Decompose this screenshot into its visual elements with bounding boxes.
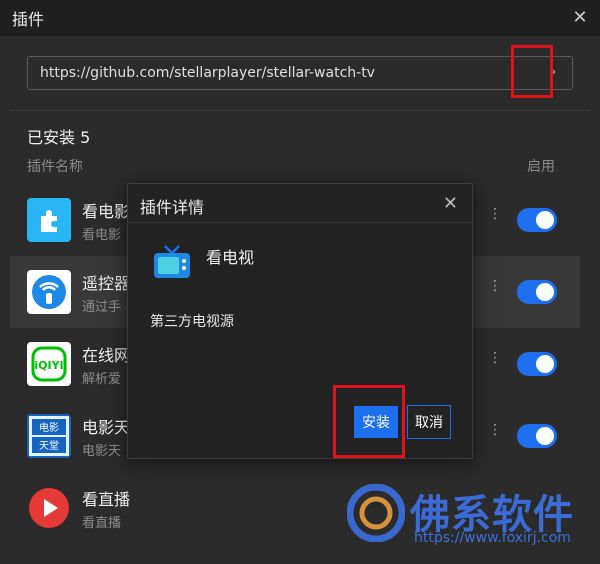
dialog-plugin-description: 第三方电视源 — [150, 314, 234, 330]
enable-toggle[interactable] — [517, 208, 557, 232]
highlight-box-url-go — [511, 45, 553, 98]
plugin-name: 电影天 — [82, 418, 131, 437]
cancel-button[interactable]: 取消 — [407, 405, 451, 439]
watermark-logo — [346, 483, 406, 543]
plugin-window: 插件 ✕ https://github.com/stellarplayer/st… — [0, 0, 600, 564]
plugin-name: 看电影 — [82, 202, 131, 221]
url-input-value: https://github.com/stellarplayer/stellar… — [40, 65, 375, 81]
highlight-box-install — [333, 385, 405, 458]
column-header-enable: 启用 — [527, 159, 555, 175]
film-heaven-icon: 电影 天堂 — [27, 414, 71, 458]
tv-icon — [152, 244, 192, 280]
enable-toggle[interactable] — [517, 424, 557, 448]
more-icon[interactable]: ⋮ — [488, 206, 502, 222]
close-icon[interactable]: ✕ — [570, 8, 590, 28]
puzzle-icon — [27, 198, 71, 242]
column-header-name: 插件名称 — [27, 159, 83, 175]
url-input[interactable]: https://github.com/stellarplayer/stellar… — [27, 56, 573, 90]
remote-icon — [27, 270, 71, 314]
installed-count: 已安装 5 — [27, 128, 91, 147]
play-icon — [27, 486, 71, 530]
title-bar: 插件 ✕ — [0, 0, 600, 36]
svg-text:电影: 电影 — [39, 421, 59, 434]
close-icon[interactable]: ✕ — [443, 193, 458, 214]
divider — [128, 222, 472, 223]
plugin-name: 在线网 — [82, 346, 131, 365]
svg-text:天堂: 天堂 — [39, 440, 59, 452]
more-icon[interactable]: ⋮ — [488, 278, 502, 294]
plugin-desc: 看直播 — [82, 516, 122, 531]
plugin-desc: 通过手 — [82, 300, 122, 315]
plugin-name: 看直播 — [82, 490, 131, 509]
plugin-name: 遥控器 — [82, 274, 131, 293]
divider — [10, 110, 590, 111]
iqiyi-icon: iQIYI — [27, 342, 71, 386]
more-icon[interactable]: ⋮ — [488, 350, 502, 366]
enable-toggle[interactable] — [517, 352, 557, 376]
svg-text:iQIYI: iQIYI — [34, 359, 63, 372]
enable-toggle[interactable] — [517, 280, 557, 304]
plugin-desc: 电影天 — [82, 444, 122, 459]
plugin-detail-dialog: 插件详情 ✕ 看电视 第三方电视源 安装 取消 — [127, 183, 473, 459]
dialog-title: 插件详情 — [140, 198, 205, 217]
plugin-desc: 解析爱 — [82, 372, 122, 387]
dialog-plugin-name: 看电视 — [206, 248, 255, 267]
window-title: 插件 — [12, 10, 45, 29]
watermark-url: https://www.foxirj.com — [414, 530, 571, 546]
more-icon[interactable]: ⋮ — [488, 422, 502, 438]
plugin-desc: 看电影 — [82, 228, 122, 243]
